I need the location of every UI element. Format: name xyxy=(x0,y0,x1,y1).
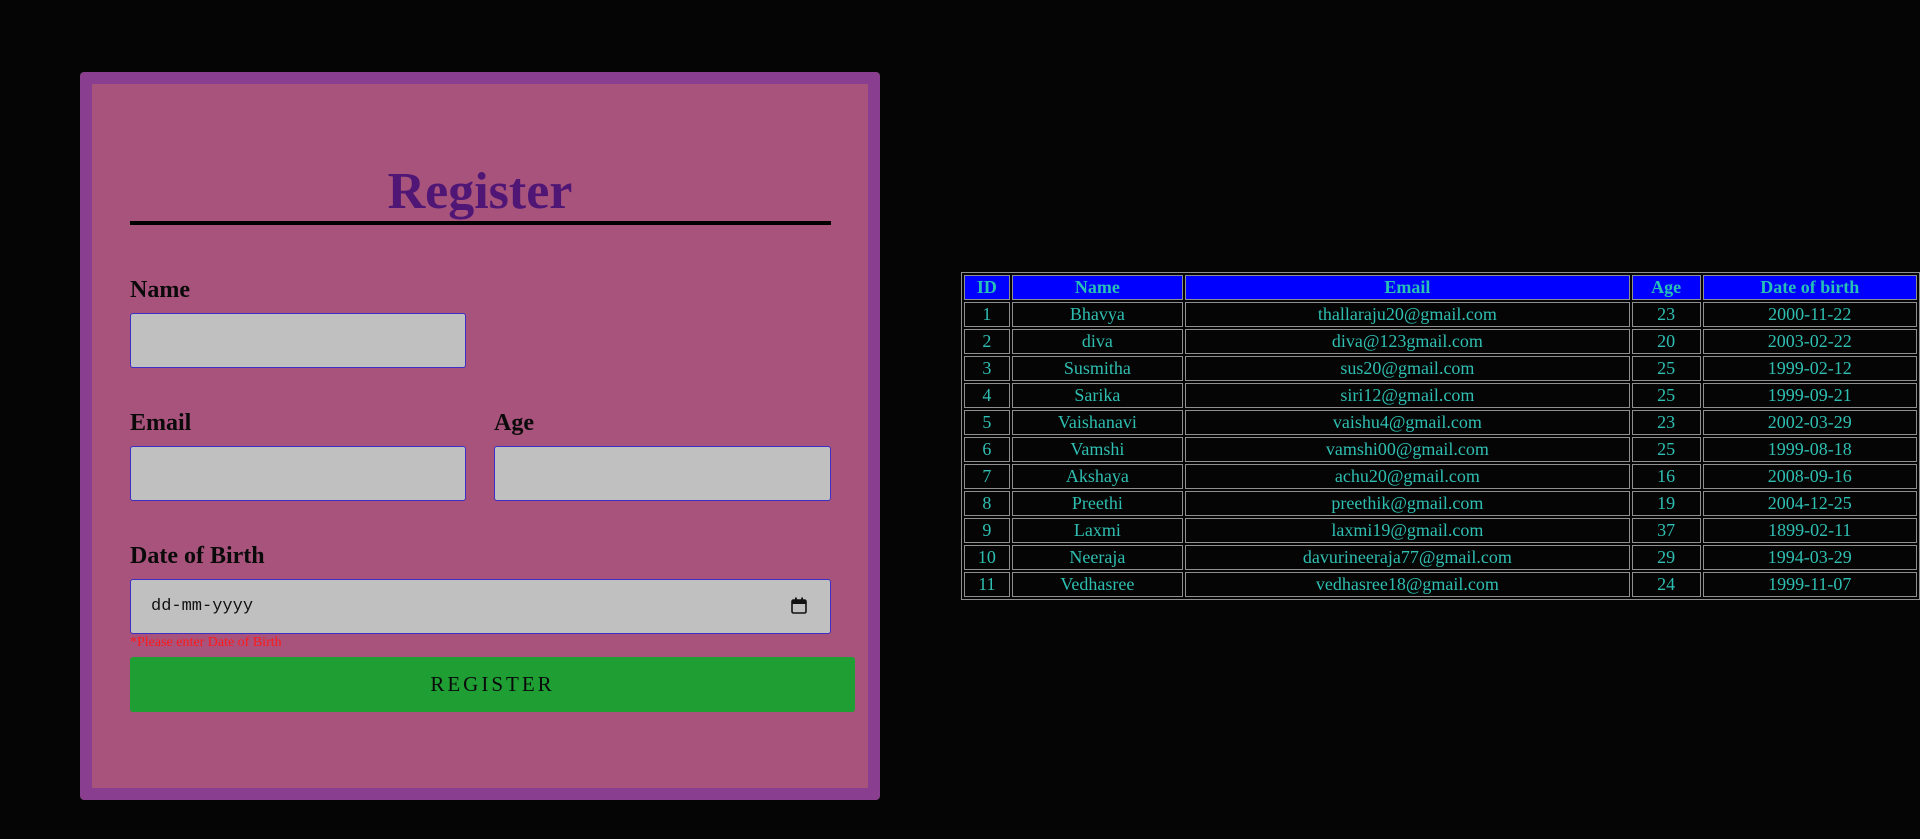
register-form: Register Name Email Age Date of Birth dd… xyxy=(92,84,868,788)
table-header-row: ID Name Email Age Date of birth xyxy=(964,275,1917,300)
email-cell: sus20@gmail.com xyxy=(1184,356,1630,381)
dob-cell: 2002-03-29 xyxy=(1702,410,1917,435)
column-header-age: Age xyxy=(1631,275,1701,300)
name-cell: Neeraja xyxy=(1011,545,1183,570)
table-row: 6 Vamshi vamshi00@gmail.com 25 1999-08-18 xyxy=(964,437,1917,462)
table-row: 9 Laxmi laxmi19@gmail.com 37 1899-02-11 xyxy=(964,518,1917,543)
email-cell: vamshi00@gmail.com xyxy=(1184,437,1630,462)
form-title: Register xyxy=(387,163,573,220)
id-cell: 10 xyxy=(964,545,1010,570)
name-cell: Sarika xyxy=(1011,383,1183,408)
dob-cell: 1999-09-21 xyxy=(1702,383,1917,408)
age-cell: 24 xyxy=(1631,572,1701,597)
column-header-email: Email xyxy=(1184,275,1630,300)
column-header-name: Name xyxy=(1011,275,1183,300)
id-cell: 7 xyxy=(964,464,1010,489)
dob-cell: 2004-12-25 xyxy=(1702,491,1917,516)
table-body: 1 Bhavya thallaraju20@gmail.com 23 2000-11-2… xyxy=(964,302,1917,597)
email-cell: davurineeraja77@gmail.com xyxy=(1184,545,1630,570)
age-cell: 20 xyxy=(1631,329,1701,354)
table-row: 2 diva diva@123gmail.com 20 2003-02-22 xyxy=(964,329,1917,354)
email-input[interactable] xyxy=(130,446,466,501)
id-cell: 9 xyxy=(964,518,1010,543)
email-cell: vaishu4@gmail.com xyxy=(1184,410,1630,435)
calendar-icon[interactable] xyxy=(791,597,807,614)
age-cell: 25 xyxy=(1631,383,1701,408)
register-button[interactable]: REGISTER xyxy=(130,657,855,712)
age-cell: 16 xyxy=(1631,464,1701,489)
dob-cell: 2000-11-22 xyxy=(1702,302,1917,327)
id-cell: 4 xyxy=(964,383,1010,408)
id-cell: 6 xyxy=(964,437,1010,462)
table-row: 11 Vedhasree vedhasree18@gmail.com 24 1999-1… xyxy=(964,572,1917,597)
name-cell: diva xyxy=(1011,329,1183,354)
age-cell: 29 xyxy=(1631,545,1701,570)
name-label: Name xyxy=(130,277,190,303)
table-row: 3 Susmitha sus20@gmail.com 25 1999-02-12 xyxy=(964,356,1917,381)
name-cell: Vedhasree xyxy=(1011,572,1183,597)
dob-error-message: *Please enter Date of Birth xyxy=(130,635,282,650)
dob-input[interactable]: dd-mm-yyyy xyxy=(130,579,831,634)
age-cell: 23 xyxy=(1631,410,1701,435)
age-cell: 19 xyxy=(1631,491,1701,516)
dob-placeholder: dd-mm-yyyy xyxy=(151,597,254,616)
dob-cell: 1999-02-12 xyxy=(1702,356,1917,381)
id-cell: 8 xyxy=(964,491,1010,516)
email-cell: siri12@gmail.com xyxy=(1184,383,1630,408)
register-form-card: Register Name Email Age Date of Birth dd… xyxy=(80,72,880,800)
email-cell: thallaraju20@gmail.com xyxy=(1184,302,1630,327)
age-label: Age xyxy=(494,410,534,436)
table-row: 5 Vaishanavi vaishu4@gmail.com 23 2002-03-29 xyxy=(964,410,1917,435)
name-input[interactable] xyxy=(130,313,466,368)
table-row: 1 Bhavya thallaraju20@gmail.com 23 2000-11-2… xyxy=(964,302,1917,327)
email-cell: vedhasree18@gmail.com xyxy=(1184,572,1630,597)
dob-cell: 1899-02-11 xyxy=(1702,518,1917,543)
id-cell: 1 xyxy=(964,302,1010,327)
age-cell: 37 xyxy=(1631,518,1701,543)
age-input[interactable] xyxy=(494,446,831,501)
age-cell: 25 xyxy=(1631,437,1701,462)
table-row: 10 Neeraja davurineeraja77@gmail.com 29 1994… xyxy=(964,545,1917,570)
dob-cell: 2008-09-16 xyxy=(1702,464,1917,489)
name-cell: Vaishanavi xyxy=(1011,410,1183,435)
dob-cell: 2003-02-22 xyxy=(1702,329,1917,354)
dob-cell: 1994-03-29 xyxy=(1702,545,1917,570)
name-cell: Laxmi xyxy=(1011,518,1183,543)
dob-cell: 1999-08-18 xyxy=(1702,437,1917,462)
email-cell: diva@123gmail.com xyxy=(1184,329,1630,354)
email-cell: preethik@gmail.com xyxy=(1184,491,1630,516)
email-cell: achu20@gmail.com xyxy=(1184,464,1630,489)
id-cell: 2 xyxy=(964,329,1010,354)
users-table: ID Name Email Age Date of birth 1 Bhavya t… xyxy=(961,272,1920,600)
table-row: 4 Sarika siri12@gmail.com 25 1999-09-21 xyxy=(964,383,1917,408)
column-header-id: ID xyxy=(964,275,1010,300)
table-row: 7 Akshaya achu20@gmail.com 16 2008-09-16 xyxy=(964,464,1917,489)
email-cell: laxmi19@gmail.com xyxy=(1184,518,1630,543)
table-row: 8 Preethi preethik@gmail.com 19 2004-12-25 xyxy=(964,491,1917,516)
name-cell: Susmitha xyxy=(1011,356,1183,381)
age-cell: 25 xyxy=(1631,356,1701,381)
dob-cell: 1999-11-07 xyxy=(1702,572,1917,597)
dob-label: Date of Birth xyxy=(130,543,265,569)
name-cell: Bhavya xyxy=(1011,302,1183,327)
column-header-date-of-birth: Date of birth xyxy=(1702,275,1917,300)
email-label: Email xyxy=(130,410,192,436)
title-divider xyxy=(130,221,831,225)
name-cell: Vamshi xyxy=(1011,437,1183,462)
name-cell: Preethi xyxy=(1011,491,1183,516)
age-cell: 23 xyxy=(1631,302,1701,327)
id-cell: 3 xyxy=(964,356,1010,381)
name-cell: Akshaya xyxy=(1011,464,1183,489)
id-cell: 11 xyxy=(964,572,1010,597)
id-cell: 5 xyxy=(964,410,1010,435)
